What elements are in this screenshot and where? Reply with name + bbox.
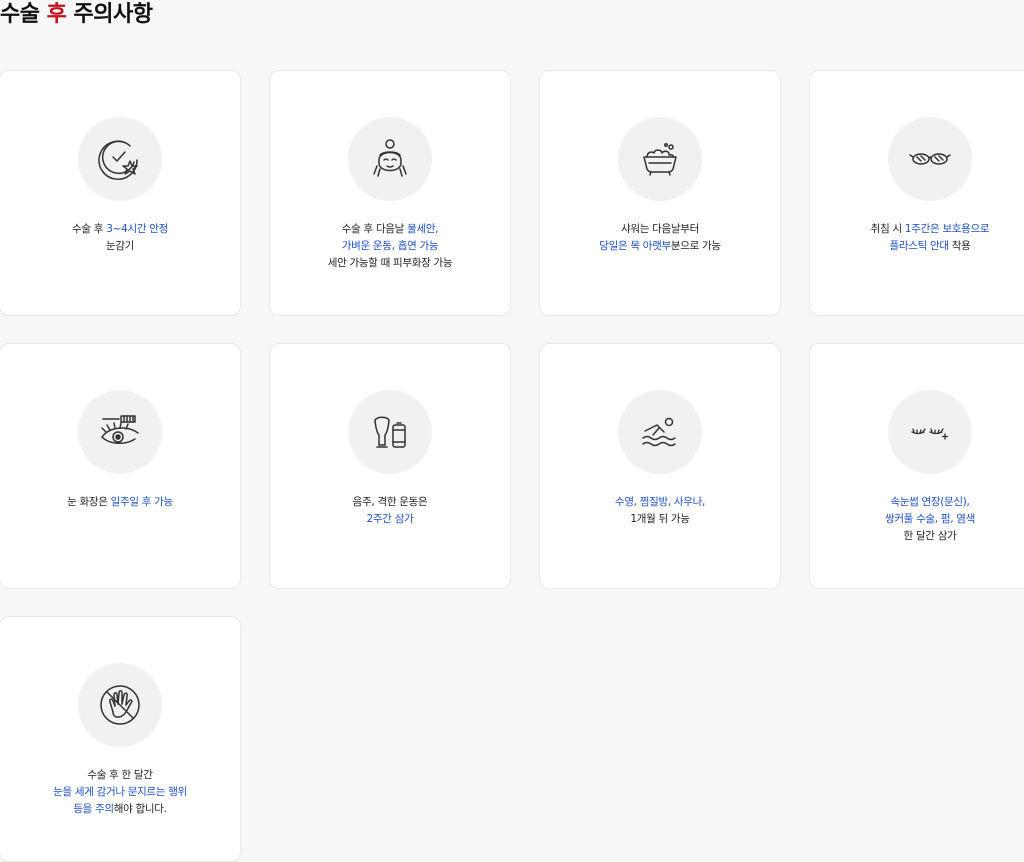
card-text-highlight: 당일은 목 아랫부	[599, 240, 671, 252]
clock-star-icon	[98, 140, 138, 180]
card-text-part: 세안 가능할 때 피부화장 가능	[327, 257, 453, 269]
card-text-part: 1개월 뒤 가능	[630, 513, 690, 525]
icon-circle	[618, 117, 702, 201]
card-text: 수술 후 다음날 물세안, 가벼운 운동, 흡연 가능 세안 가능할 때 피부화…	[276, 221, 504, 272]
card-text-highlight: 가벼운 운동, 흡연 가능	[341, 240, 439, 252]
card-text-highlight: 수영, 찜질방, 사우나,	[614, 496, 706, 508]
card-text-highlight: 눈을 세게 감거나 문지르는 행위	[53, 786, 187, 798]
card-text-part: 취침 시	[870, 223, 905, 235]
care-card-no-rubbing: 수술 후 한 달간 눈을 세게 감거나 문지르는 행위 등을 주의해야 합니다.	[0, 616, 241, 862]
card-text: 수술 후 3~4시간 안정 눈감기	[6, 221, 234, 255]
card-text-highlight: 1주간은 보호용으로	[904, 223, 990, 235]
card-text: 수술 후 한 달간 눈을 세게 감거나 문지르는 행위 등을 주의해야 합니다.	[6, 767, 234, 818]
card-text-highlight: 물세안,	[407, 223, 439, 235]
card-text-part: 착용	[948, 240, 971, 252]
card-text-highlight: 2주간 삼가	[366, 513, 414, 525]
beer-can-icon	[374, 416, 406, 448]
card-text-part: 수술 후 한 달간	[87, 769, 153, 781]
card-text-part: 분으로 가능	[670, 240, 721, 252]
care-card-face-wash: 수술 후 다음날 물세안, 가벼운 운동, 흡연 가능 세안 가능할 때 피부화…	[269, 70, 511, 316]
swimming-icon	[642, 417, 676, 447]
card-text: 수영, 찜질방, 사우나, 1개월 뒤 가능	[546, 494, 774, 528]
card-text-highlight: 쌍커풀 수술, 펌, 염색	[884, 513, 976, 525]
card-text-highlight: 등을 주의	[73, 803, 114, 815]
page-title: 수술 후 주의사항	[0, 0, 153, 28]
care-card-lash-extension: 속눈썹 연장(문신), 쌍커풀 수술, 펌, 염색 한 달간 삼가	[809, 343, 1024, 589]
eye-mascara-icon	[101, 415, 139, 444]
care-card-swimming: 수영, 찜질방, 사우나, 1개월 뒤 가능	[539, 343, 781, 589]
card-text-part: 수술 후	[72, 223, 107, 235]
care-card-alcohol: 음주, 격한 운동은 2주간 삼가	[269, 343, 511, 589]
page-title-accent: 후	[46, 2, 67, 27]
card-text: 음주, 격한 운동은 2주간 삼가	[276, 494, 504, 528]
card-text-part: 한 달간 삼가	[903, 530, 957, 542]
icon-circle	[78, 117, 162, 201]
card-text-part: 음주, 격한 운동은	[352, 496, 428, 508]
card-text-highlight: 플라스틱 안대	[889, 240, 950, 252]
face-wash-icon	[373, 139, 407, 177]
icon-circle	[888, 390, 972, 474]
card-text-part: 해야 합니다.	[113, 803, 167, 815]
card-text-part: 샤워는 다음날부터	[621, 223, 699, 235]
care-card-shower: 샤워는 다음날부터 당일은 목 아랫부분으로 가능	[539, 70, 781, 316]
icon-circle	[78, 390, 162, 474]
icon-circle	[78, 663, 162, 747]
card-text-highlight: 속눈썹 연장(문신),	[890, 496, 970, 508]
card-text: 샤워는 다음날부터 당일은 목 아랫부분으로 가능	[546, 221, 774, 255]
eyelash-sparkle-icon	[911, 428, 949, 440]
care-card-eye-shield: 취침 시 1주간은 보호용으로 플라스틱 안대 착용	[809, 70, 1024, 316]
icon-circle	[348, 390, 432, 474]
glasses-icon	[909, 153, 951, 165]
bathtub-icon	[643, 143, 677, 176]
card-text-part: 눈감기	[105, 240, 135, 252]
card-text-highlight: 일주일 후 가능	[110, 496, 174, 508]
care-card-rest: 수술 후 3~4시간 안정 눈감기	[0, 70, 241, 316]
card-text-part: 수술 후 다음날	[341, 223, 408, 235]
page-title-before: 수술	[0, 2, 47, 27]
card-text-highlight: 3~4시간 안정	[106, 223, 168, 235]
icon-circle	[348, 117, 432, 201]
page-title-after: 주의사항	[66, 2, 153, 27]
no-touch-hand-icon	[100, 685, 140, 725]
care-card-eye-makeup: 눈 화장은 일주일 후 가능	[0, 343, 241, 589]
card-text: 눈 화장은 일주일 후 가능	[6, 494, 234, 511]
card-text-part: 눈 화장은	[67, 496, 111, 508]
card-text: 속눈썹 연장(문신), 쌍커풀 수술, 펌, 염색 한 달간 삼가	[816, 494, 1024, 545]
icon-circle	[888, 117, 972, 201]
card-text: 취침 시 1주간은 보호용으로 플라스틱 안대 착용	[816, 221, 1024, 255]
icon-circle	[618, 390, 702, 474]
